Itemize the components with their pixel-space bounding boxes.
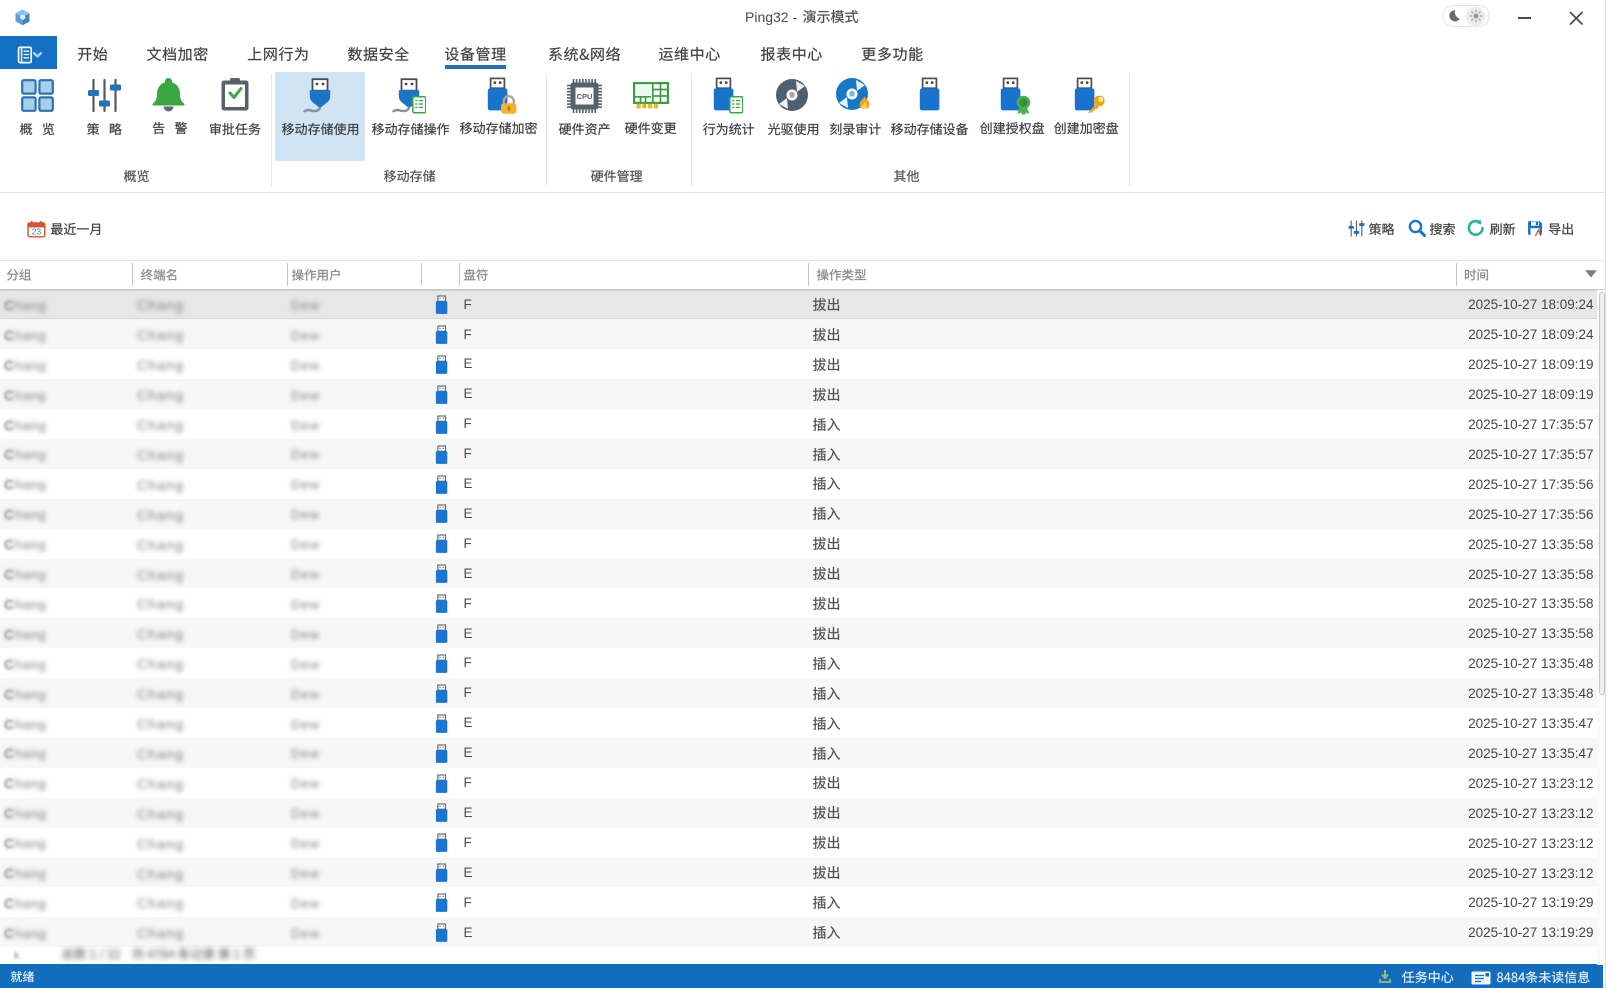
svg-text:CPU: CPU	[577, 92, 593, 101]
svg-text:23: 23	[32, 227, 42, 237]
